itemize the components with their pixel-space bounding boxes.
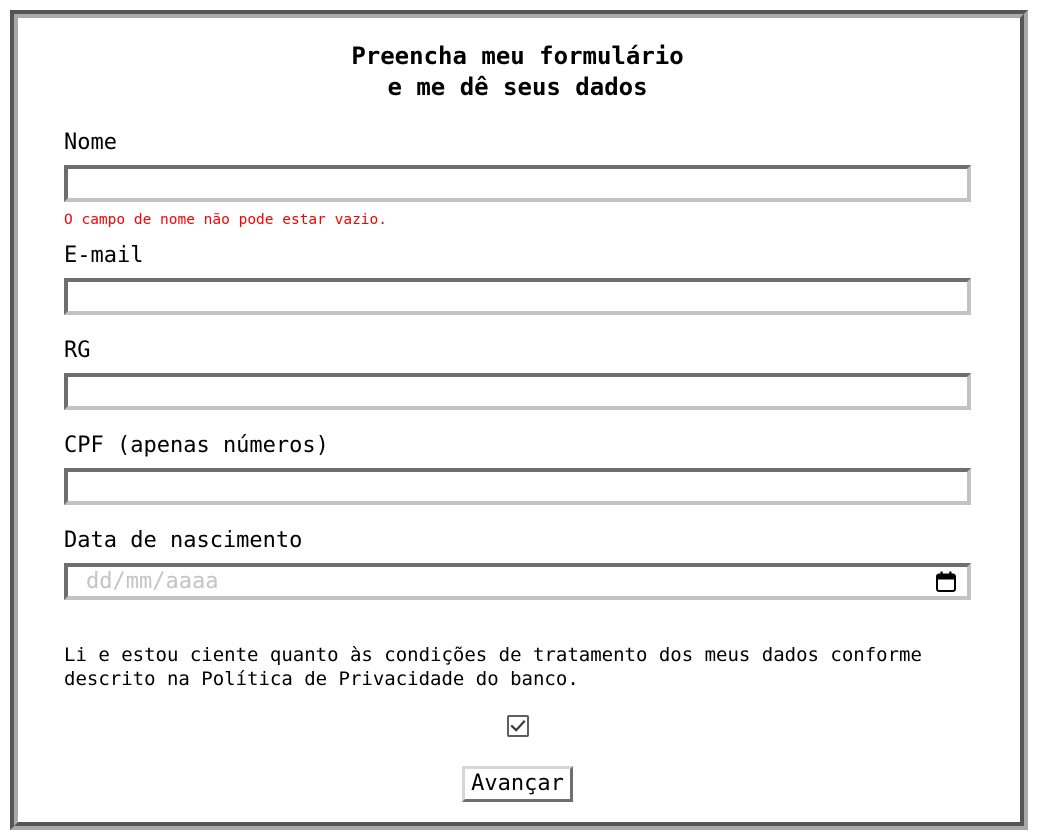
- name-label: Nome: [64, 130, 117, 155]
- email-label: E-mail: [64, 243, 144, 268]
- calendar-icon[interactable]: [936, 571, 956, 592]
- name-field: [64, 165, 971, 202]
- rg-input[interactable]: [64, 373, 971, 410]
- name-input[interactable]: [64, 165, 971, 202]
- cpf-label: CPF (apenas números): [64, 433, 329, 458]
- form-frame: Preencha meu formulário e me dê seus dad…: [10, 10, 1028, 830]
- birthdate-input[interactable]: [64, 563, 971, 600]
- rg-label: RG: [64, 338, 91, 363]
- submit-row: Avançar: [64, 766, 971, 802]
- submit-button[interactable]: Avançar: [462, 766, 573, 802]
- cpf-input[interactable]: [64, 468, 971, 505]
- birthdate-field: [64, 563, 971, 600]
- email-input[interactable]: [64, 278, 971, 315]
- consent-text: Li e estou ciente quanto às condições de…: [64, 644, 922, 690]
- form-title: Preencha meu formulário e me dê seus dad…: [64, 41, 971, 103]
- cpf-field: [64, 468, 971, 505]
- form-title-line-1: Preencha meu formulário: [351, 42, 684, 70]
- name-error-message: O campo de nome não pode estar vazio.: [64, 212, 388, 228]
- rg-field: [64, 373, 971, 410]
- page: { "form": { "title_line1": "Preencha meu…: [0, 0, 1038, 837]
- email-field: [64, 278, 971, 315]
- consent-checkbox[interactable]: [506, 715, 529, 737]
- birthdate-label: Data de nascimento: [64, 528, 303, 553]
- consent-checkbox-row: [64, 715, 971, 737]
- checkmark-icon: [509, 720, 526, 732]
- form-title-line-2: e me dê seus dados: [387, 73, 648, 101]
